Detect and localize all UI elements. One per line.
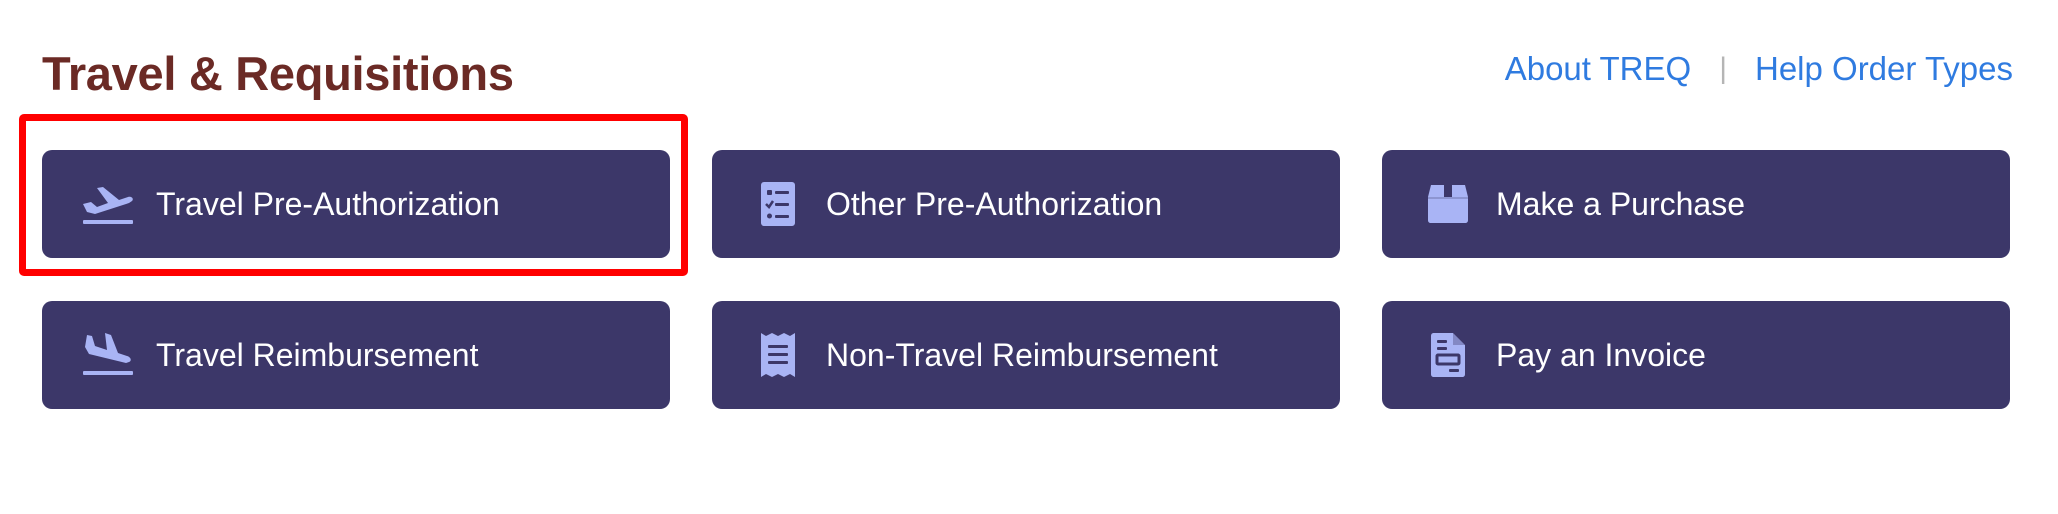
- non-travel-reimbursement-button[interactable]: Non-Travel Reimbursement: [712, 301, 1340, 409]
- tile-label: Make a Purchase: [1496, 186, 1746, 222]
- help-order-types-link[interactable]: Help Order Types: [1755, 46, 2013, 92]
- tile-label: Pay an Invoice: [1496, 337, 1706, 373]
- header-links: About TREQ | Help Order Types: [1505, 46, 2013, 92]
- checklist-icon: [750, 179, 806, 229]
- tile-label: Travel Pre-Authorization: [156, 186, 500, 222]
- travel-pre-authorization-button[interactable]: Travel Pre-Authorization: [42, 150, 670, 258]
- travel-reimbursement-button[interactable]: Travel Reimbursement: [42, 301, 670, 409]
- receipt-icon: [750, 330, 806, 380]
- make-a-purchase-button[interactable]: Make a Purchase: [1382, 150, 2010, 258]
- tile-label: Other Pre-Authorization: [826, 186, 1163, 222]
- plane-departure-icon: [80, 179, 136, 229]
- about-treq-link[interactable]: About TREQ: [1505, 46, 1691, 92]
- invoice-icon: [1420, 330, 1476, 380]
- box-icon: [1420, 179, 1476, 229]
- tile-label: Travel Reimbursement: [156, 337, 479, 373]
- pay-an-invoice-button[interactable]: Pay an Invoice: [1382, 301, 2010, 409]
- other-pre-authorization-button[interactable]: Other Pre-Authorization: [712, 150, 1340, 258]
- plane-arrival-icon: [80, 330, 136, 380]
- page-title: Travel & Requisitions: [42, 47, 514, 100]
- tile-label: Non-Travel Reimbursement: [826, 337, 1218, 373]
- link-separator: |: [1719, 52, 1727, 85]
- page: Travel & Requisitions About TREQ | Help …: [0, 0, 2058, 514]
